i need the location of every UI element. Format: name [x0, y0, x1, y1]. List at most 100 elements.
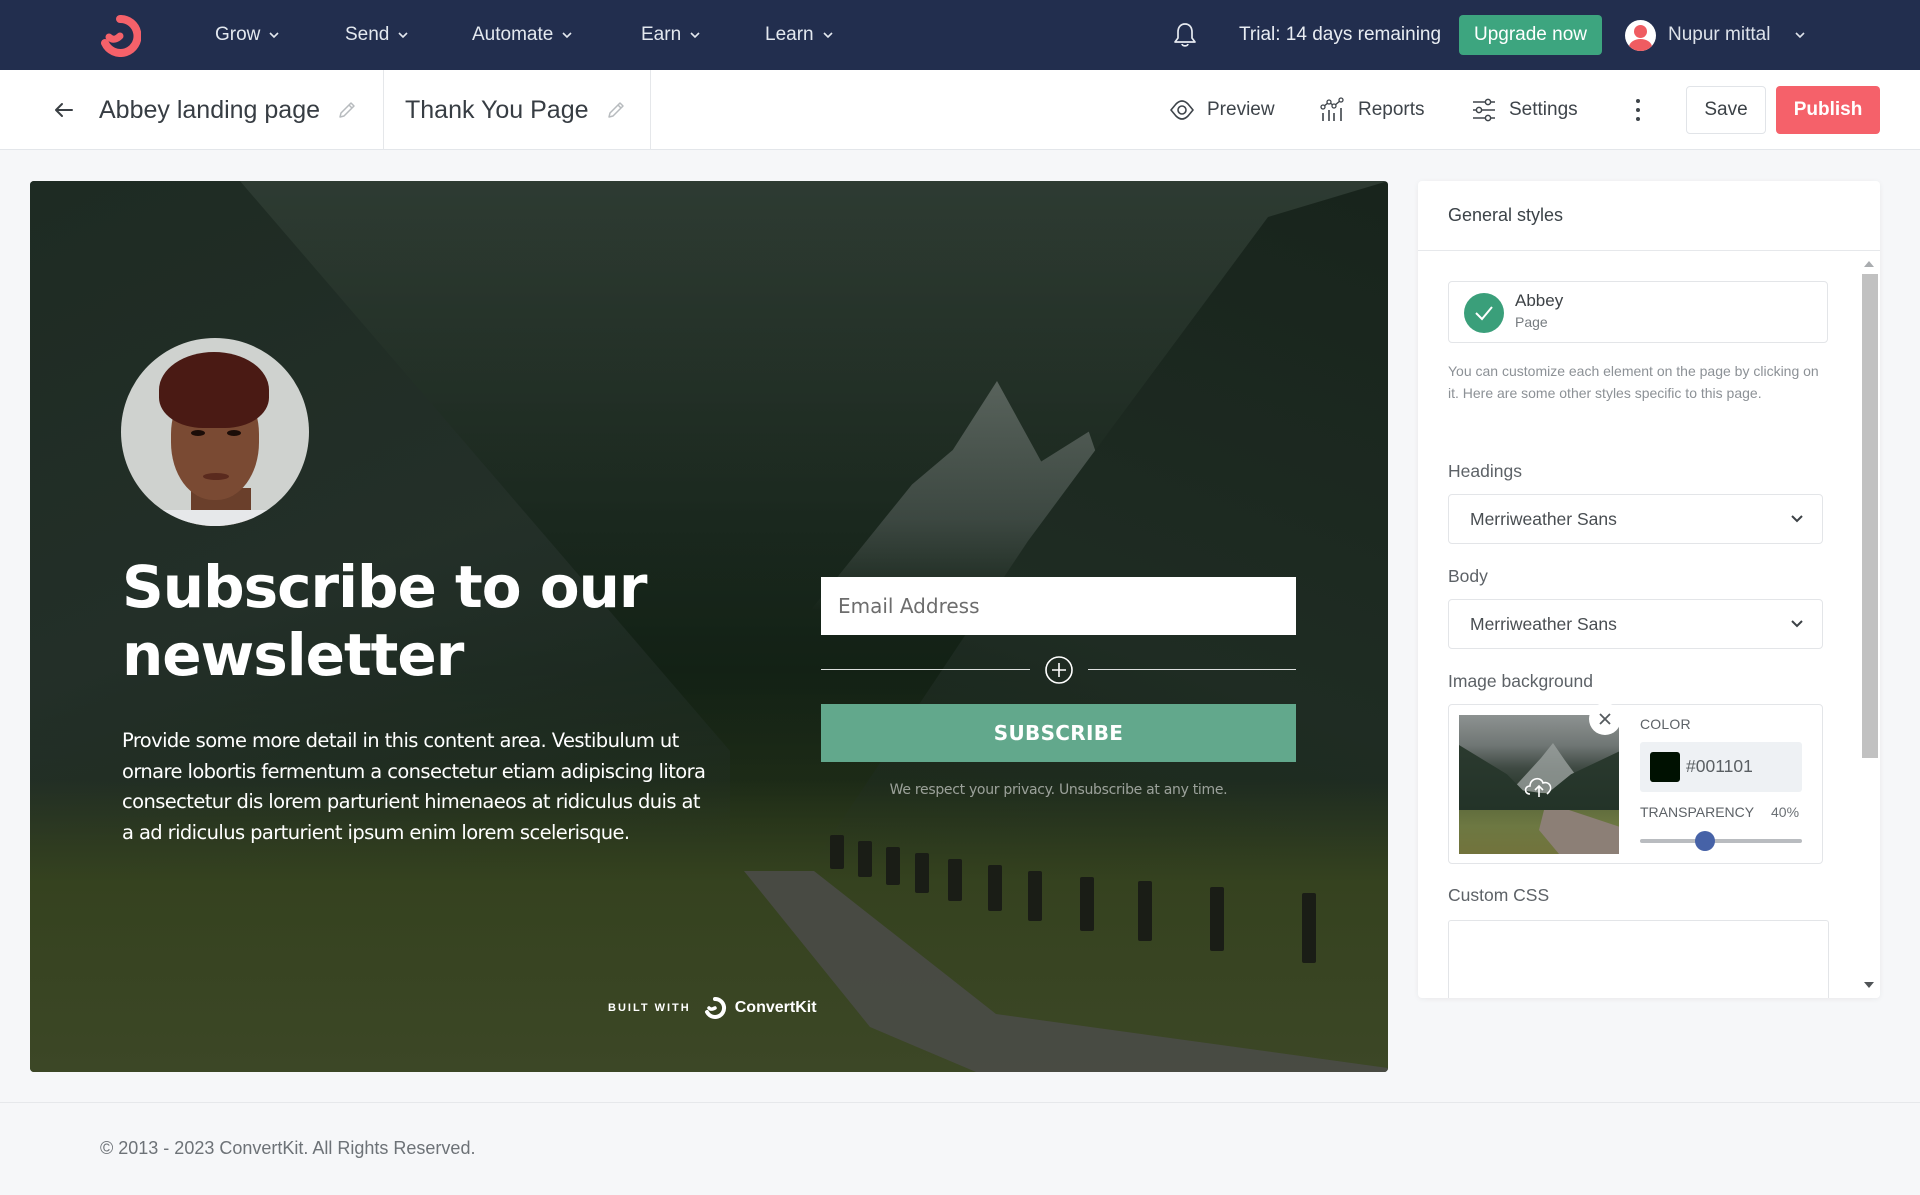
nav-automate[interactable]: Automate — [472, 0, 573, 70]
kebab-icon[interactable] — [1628, 96, 1648, 124]
photo-collar — [161, 510, 281, 526]
transparency-label: TRANSPARENCY — [1640, 804, 1755, 820]
fence-post — [948, 859, 962, 901]
custom-css-label: Custom CSS — [1448, 885, 1550, 905]
headings-font-value: Merriweather Sans — [1470, 508, 1617, 529]
divider-line — [1088, 669, 1296, 670]
user-menu[interactable]: Nupur mittal — [1625, 0, 1806, 70]
body-text[interactable]: Provide some more detail in this content… — [122, 726, 712, 848]
transparency-value: 40% — [1771, 804, 1800, 820]
nav-grow-label: Grow — [215, 24, 261, 45]
pencil-icon[interactable] — [336, 99, 358, 121]
chevron-down-icon — [562, 32, 572, 39]
secondary-page-title: Thank You Page — [405, 95, 589, 124]
panel-scrollbar[interactable] — [1858, 251, 1880, 998]
landing-page-canvas[interactable]: Subscribe to our newsletter Provide some… — [30, 181, 1388, 1072]
fence-post — [1080, 877, 1094, 931]
nav-earn[interactable]: Earn — [641, 0, 701, 70]
photo-hair — [159, 352, 269, 428]
nav-send[interactable]: Send — [345, 0, 409, 70]
chevron-down-icon — [1791, 515, 1803, 523]
slider-handle[interactable] — [1694, 831, 1715, 851]
thumb-path — [1539, 810, 1619, 854]
theme-name: Abbey — [1515, 291, 1564, 310]
chevron-down-icon — [269, 32, 279, 39]
nav-grow[interactable]: Grow — [215, 0, 280, 70]
page-title: Abbey landing page — [99, 95, 321, 124]
top-navigation: Grow Send Automate Earn Learn Trial: 14 … — [0, 0, 1920, 70]
close-icon — [1599, 713, 1611, 725]
color-swatch[interactable] — [1650, 752, 1680, 782]
image-background-label: Image background — [1448, 671, 1593, 691]
divider-line — [821, 669, 1030, 670]
settings-label: Settings — [1509, 99, 1578, 120]
chevron-down-icon — [823, 32, 833, 39]
scroll-up-icon[interactable] — [1864, 261, 1874, 267]
color-label: COLOR — [1640, 716, 1691, 732]
built-with-label: BUILT WITH — [608, 1002, 691, 1014]
fence-post — [858, 841, 872, 877]
help-text: You can customize each element on the pa… — [1448, 363, 1819, 401]
convertkit-logo-icon — [704, 996, 726, 1019]
nav-earn-label: Earn — [641, 24, 682, 45]
fence-post — [1138, 881, 1152, 941]
save-button[interactable]: Save — [1686, 86, 1766, 134]
chevron-down-icon — [1795, 32, 1805, 39]
thank-you-page-tab[interactable]: Thank You Page — [405, 70, 627, 150]
page-title-tab[interactable]: Abbey landing page — [99, 70, 358, 150]
settings-button[interactable]: Settings — [1471, 70, 1578, 150]
reports-label: Reports — [1358, 99, 1425, 120]
photo-eye — [191, 430, 205, 436]
custom-css-input[interactable] — [1448, 920, 1829, 998]
pencil-icon[interactable] — [605, 99, 627, 121]
chevron-down-icon — [690, 32, 700, 39]
subscribe-button[interactable]: SUBSCRIBE — [821, 704, 1296, 762]
privacy-text[interactable]: We respect your privacy. Unsubscribe at … — [821, 782, 1296, 798]
nav-automate-label: Automate — [472, 24, 554, 45]
built-with-brand: ConvertKit — [734, 999, 817, 1016]
avatar — [1625, 19, 1656, 51]
theme-card[interactable]: Abbey Page — [1448, 281, 1828, 343]
nav-learn[interactable]: Learn — [765, 0, 834, 70]
convertkit-logo-icon[interactable] — [99, 15, 141, 57]
color-picker[interactable]: #001101 — [1640, 742, 1802, 792]
headline[interactable]: Subscribe to our newsletter — [122, 553, 682, 689]
arrow-left-icon[interactable] — [52, 98, 76, 122]
author-photo[interactable] — [121, 338, 309, 526]
user-name: Nupur mittal — [1668, 24, 1771, 45]
headings-font-select[interactable]: Merriweather Sans — [1448, 494, 1823, 544]
chevron-down-icon — [398, 32, 408, 39]
reports-button[interactable]: Reports — [1320, 70, 1425, 150]
footer-copyright: © 2013 - 2023 ConvertKit. All Rights Res… — [100, 1138, 476, 1158]
add-field-icon[interactable] — [1044, 655, 1074, 685]
nav-send-label: Send — [345, 24, 390, 45]
scrollbar-thumb[interactable] — [1862, 274, 1878, 758]
background-image-thumbnail[interactable] — [1459, 715, 1619, 854]
footer-divider — [0, 1102, 1920, 1103]
fence-post — [988, 865, 1002, 911]
upgrade-now-button[interactable]: Upgrade now — [1459, 15, 1602, 55]
general-styles-panel: General styles Abbey Page You can custom… — [1418, 181, 1880, 998]
fence-post — [886, 847, 900, 885]
color-hex-value: #001101 — [1686, 756, 1753, 776]
sliders-icon — [1473, 98, 1495, 122]
built-with-badge[interactable]: BUILT WITH ConvertKit — [608, 996, 817, 1020]
body-font-value: Merriweather Sans — [1470, 613, 1617, 634]
editor-header: Abbey landing page Thank You Page Previe… — [0, 70, 1920, 150]
photo-mouth — [203, 473, 229, 480]
chart-icon — [1320, 97, 1344, 121]
transparency-slider[interactable] — [1640, 831, 1802, 851]
publish-button[interactable]: Publish — [1776, 86, 1880, 134]
cloud-upload-icon[interactable] — [1521, 770, 1557, 800]
divider — [383, 70, 384, 150]
body-font-select[interactable]: Merriweather Sans — [1448, 599, 1823, 649]
scroll-down-icon[interactable] — [1864, 982, 1874, 988]
body-label: Body — [1448, 566, 1488, 586]
fence-post — [1302, 893, 1316, 963]
preview-button[interactable]: Preview — [1169, 70, 1275, 150]
bell-icon[interactable] — [1172, 21, 1198, 49]
fence-post — [915, 853, 929, 893]
panel-title: General styles — [1418, 181, 1880, 251]
email-field[interactable] — [821, 577, 1296, 635]
remove-image-button[interactable] — [1589, 703, 1621, 735]
